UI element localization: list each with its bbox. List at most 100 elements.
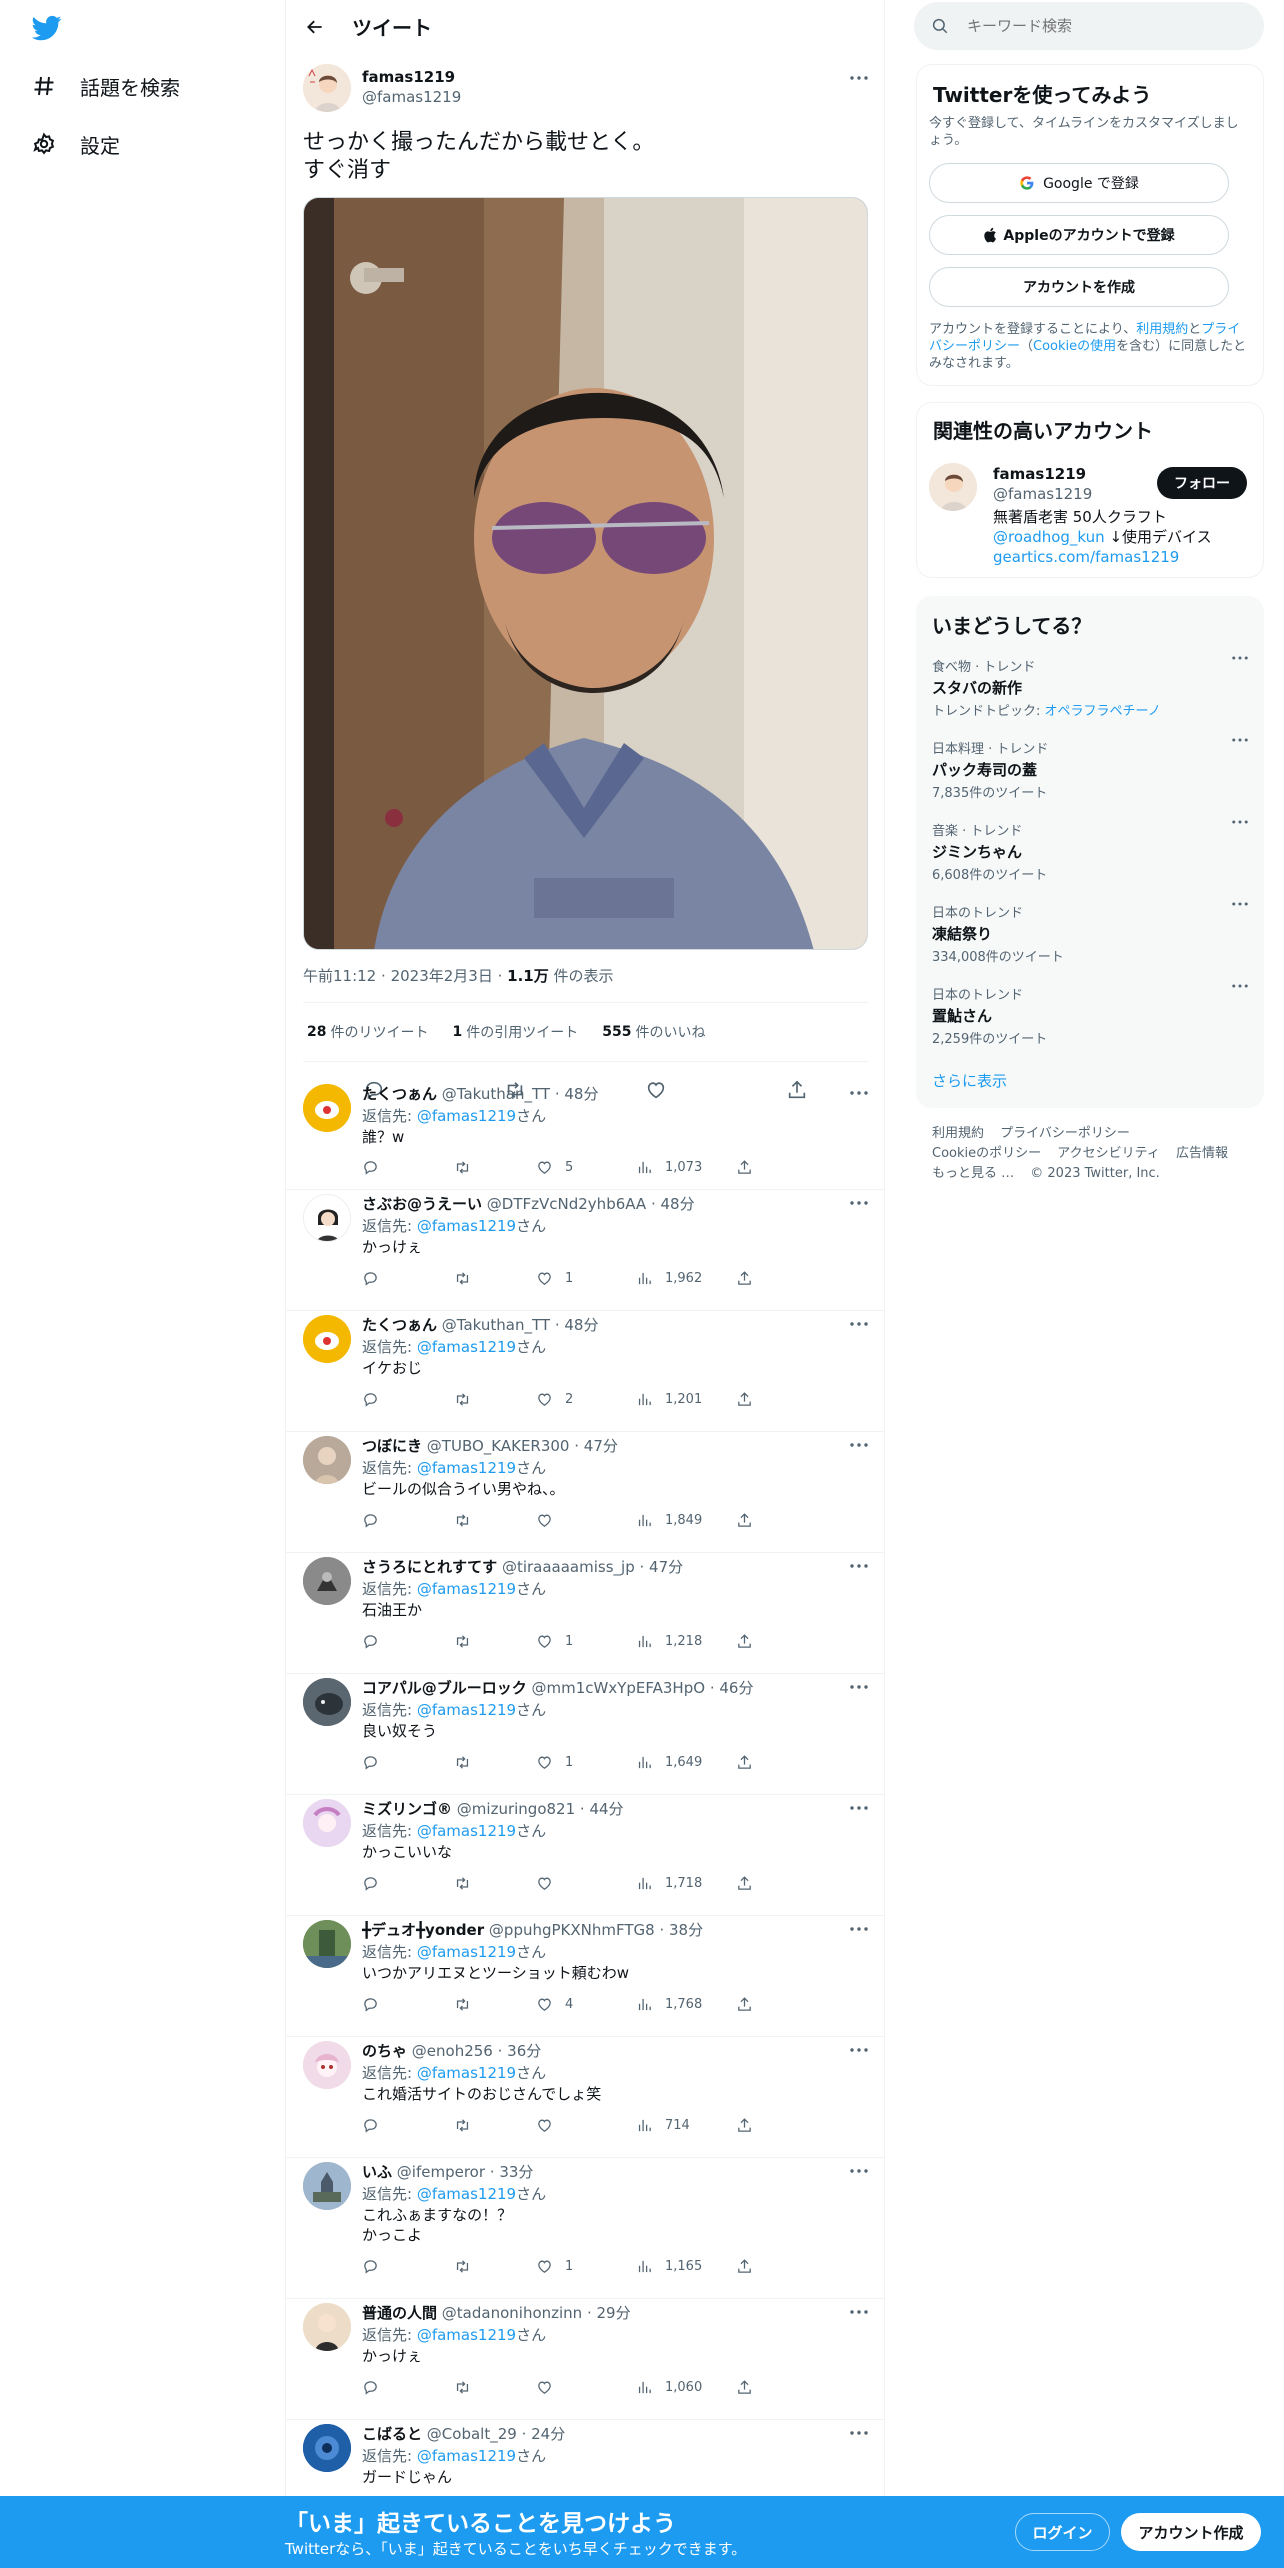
reply-author-handle[interactable]: @Cobalt_29 xyxy=(427,2425,517,2443)
reply-share-button[interactable] xyxy=(736,2375,765,2399)
reply-views-button[interactable]: 1,073 xyxy=(636,1155,736,1179)
reply-author-name[interactable]: さぶお@うえーい xyxy=(362,1195,482,1213)
reply-views-button[interactable]: 1,768 xyxy=(636,1992,736,2016)
tweet-author-handle[interactable]: @famas1219 xyxy=(362,88,461,106)
trend-topic-link[interactable]: オペラフラペチーノ xyxy=(1045,704,1161,719)
reply-retweet-button[interactable] xyxy=(454,1508,536,1532)
reply-avatar[interactable] xyxy=(303,1678,351,1726)
reply-time[interactable]: 38分 xyxy=(669,1921,703,1939)
bio-mention-link[interactable]: @roadhog_kun xyxy=(993,528,1105,546)
reply-author-handle[interactable]: @tiraaaaamiss_jp xyxy=(502,1558,635,1576)
more-options-icon[interactable] xyxy=(1232,902,1248,906)
more-options-icon[interactable] xyxy=(847,2041,871,2059)
reply-time[interactable]: 47分 xyxy=(584,1437,618,1455)
likes-label[interactable]: 件のいいね xyxy=(635,1022,705,1042)
replying-to-handle[interactable]: @famas1219 xyxy=(417,1338,516,1356)
more-options-icon[interactable] xyxy=(847,2424,871,2442)
reply-author-name[interactable]: こばると xyxy=(362,2425,422,2443)
replying-to-handle[interactable]: @famas1219 xyxy=(417,1701,516,1719)
tweet-author-avatar[interactable] xyxy=(303,64,351,112)
reply-reply-button[interactable] xyxy=(362,2254,454,2278)
reply-avatar[interactable] xyxy=(303,2303,351,2351)
reply-avatar[interactable] xyxy=(303,1315,351,1363)
follow-button[interactable]: フォロー xyxy=(1157,467,1247,499)
footer-ads-link[interactable]: 広告情報 xyxy=(1176,1146,1228,1161)
more-options-icon[interactable] xyxy=(847,2303,871,2321)
reply-share-button[interactable] xyxy=(736,1629,765,1653)
trend-item[interactable]: 日本のトレンド 凍結祭り 334,008件のツイート xyxy=(932,902,1248,965)
reply-avatar[interactable] xyxy=(303,1084,351,1132)
reply-retweet-button[interactable] xyxy=(454,1871,536,1895)
quotes-count[interactable]: 1 xyxy=(452,1024,462,1040)
reply-item[interactable]: ミズリンゴ® @mizuringo821 · 44分 返信先: @famas12… xyxy=(286,1795,884,1916)
reply-item[interactable]: たくつぁん @Takuthan_TT · 48分 返信先: @famas1219… xyxy=(286,1080,884,1190)
likes-count[interactable]: 555 xyxy=(602,1024,631,1040)
reply-author-name[interactable]: たくつぁん xyxy=(362,1316,437,1334)
nav-explore[interactable]: 話題を検索 xyxy=(30,66,180,106)
replying-to-handle[interactable]: @famas1219 xyxy=(417,1217,516,1235)
reply-reply-button[interactable] xyxy=(362,1266,454,1290)
reply-like-button[interactable]: 1 xyxy=(536,2254,636,2278)
reply-reply-button[interactable] xyxy=(362,1387,454,1411)
more-options-icon[interactable] xyxy=(847,1557,871,1575)
reply-time[interactable]: 46分 xyxy=(719,1679,753,1697)
reply-like-button[interactable]: 2 xyxy=(536,1387,636,1411)
login-button[interactable]: ログイン xyxy=(1015,2513,1110,2551)
reply-time[interactable]: 29分 xyxy=(597,2304,631,2322)
footer-accessibility-link[interactable]: アクセシビリティ xyxy=(1057,1146,1160,1161)
reply-retweet-button[interactable] xyxy=(454,1266,536,1290)
reply-item[interactable]: コアパル@ブルーロック @mm1cWxYpEFA3HpO · 46分 返信先: … xyxy=(286,1674,884,1795)
trend-item[interactable]: 日本料理 · トレンド パック寿司の蓋 7,835件のツイート xyxy=(932,738,1248,801)
reply-avatar[interactable] xyxy=(303,2162,351,2210)
related-account-avatar[interactable] xyxy=(929,463,977,511)
create-account-button[interactable]: アカウントを作成 xyxy=(929,267,1229,307)
reply-author-name[interactable]: コアパル@ブルーロック xyxy=(362,1679,527,1697)
footer-privacy-link[interactable]: プライバシーポリシー xyxy=(1000,1126,1130,1141)
reply-author-handle[interactable]: @Takuthan_TT xyxy=(442,1316,550,1334)
search-input[interactable] xyxy=(967,17,1227,35)
reply-item[interactable]: のちゃ @enoh256 · 36分 返信先: @famas1219さん これ婚… xyxy=(286,2037,884,2158)
reply-views-button[interactable]: 1,962 xyxy=(636,1266,736,1290)
reply-retweet-button[interactable] xyxy=(454,1992,536,2016)
reply-views-button[interactable]: 1,165 xyxy=(636,2254,736,2278)
more-options-icon[interactable] xyxy=(847,1678,871,1696)
back-arrow-icon[interactable] xyxy=(298,10,332,44)
reply-avatar[interactable] xyxy=(303,1436,351,1484)
reply-time[interactable]: 47分 xyxy=(649,1558,683,1576)
reply-item[interactable]: ╋デュオ╋yonder @ppuhgPKXNhmFTG8 · 38分 返信先: … xyxy=(286,1916,884,2037)
reply-like-button[interactable]: 4 xyxy=(536,1992,636,2016)
reply-time[interactable]: 48分 xyxy=(661,1195,695,1213)
tweet-author-name[interactable]: famas1219 xyxy=(362,68,455,86)
tweet-time[interactable]: 午前11:12 xyxy=(303,967,376,985)
reply-like-button[interactable] xyxy=(536,1871,636,1895)
reply-author-handle[interactable]: @mm1cWxYpEFA3HpO xyxy=(531,1679,705,1697)
tweet-photo[interactable] xyxy=(303,197,868,950)
reply-author-name[interactable]: いふ xyxy=(362,2163,392,2181)
cookie-link[interactable]: Cookieの使用 xyxy=(1033,339,1116,354)
reply-share-button[interactable] xyxy=(736,1155,765,1179)
google-signup-button[interactable]: Google で登録 xyxy=(929,163,1229,203)
reply-reply-button[interactable] xyxy=(362,2113,454,2137)
reply-retweet-button[interactable] xyxy=(454,2254,536,2278)
replying-to-handle[interactable]: @famas1219 xyxy=(417,1580,516,1598)
reply-author-handle[interactable]: @enoh256 xyxy=(412,2042,493,2060)
replying-to-handle[interactable]: @famas1219 xyxy=(417,2185,516,2203)
reply-author-name[interactable]: つぼにき xyxy=(362,1437,422,1455)
more-options-icon[interactable] xyxy=(847,1920,871,1938)
reply-author-name[interactable]: さうろにとれすてす xyxy=(362,1558,497,1576)
replying-to-handle[interactable]: @famas1219 xyxy=(417,1822,516,1840)
reply-like-button[interactable]: 5 xyxy=(536,1155,636,1179)
more-options-icon[interactable] xyxy=(1232,656,1248,660)
reply-reply-button[interactable] xyxy=(362,1992,454,2016)
reply-author-name[interactable]: ╋デュオ╋yonder xyxy=(362,1921,484,1939)
reply-item[interactable]: いふ @ifemperor · 33分 返信先: @famas1219さん これ… xyxy=(286,2158,884,2299)
more-options-icon[interactable] xyxy=(847,1315,871,1333)
reply-item[interactable]: つぼにき @TUBO_KAKER300 · 47分 返信先: @famas121… xyxy=(286,1432,884,1553)
reply-author-handle[interactable]: @Takuthan_TT xyxy=(442,1085,550,1103)
search-box[interactable] xyxy=(914,2,1264,50)
reply-like-button[interactable] xyxy=(536,2375,636,2399)
more-options-icon[interactable] xyxy=(847,1799,871,1817)
replying-to-handle[interactable]: @famas1219 xyxy=(417,1459,516,1477)
tweet-date[interactable]: 2023年2月3日 xyxy=(391,967,493,985)
reply-avatar[interactable] xyxy=(303,2041,351,2089)
